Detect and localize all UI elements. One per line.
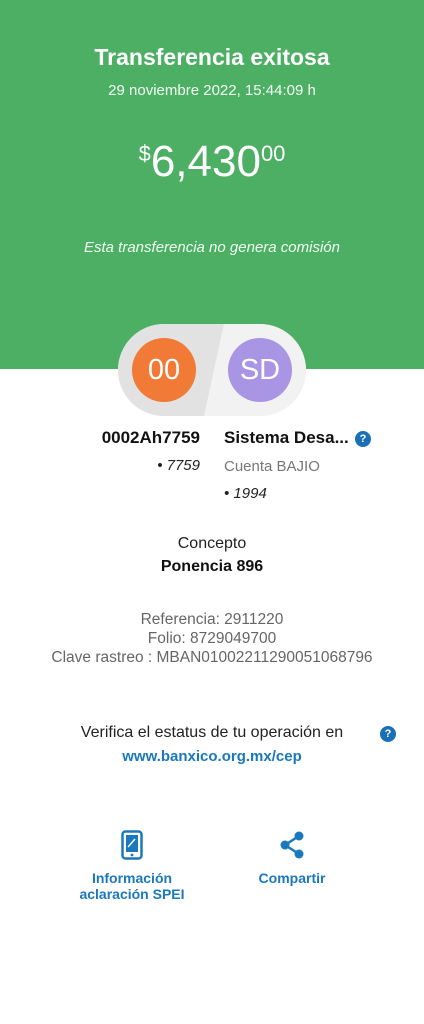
- spei-info-label-2: aclaración SPEI: [79, 886, 185, 902]
- concept-value: Ponencia 896: [160, 558, 264, 575]
- share-label: Compartir: [258, 870, 326, 886]
- share-icon: [280, 831, 304, 859]
- currency-symbol: $: [138, 141, 151, 166]
- destination-avatar: SD: [228, 338, 292, 402]
- amount-cents: 00: [260, 141, 286, 166]
- reference-number: Referencia: 2911220: [140, 611, 284, 628]
- phone-icon: [121, 830, 143, 860]
- folio-number: Folio: 8729049700: [147, 630, 277, 647]
- origin-account-name: 0002Ah7759: [101, 428, 200, 447]
- question-icon[interactable]: ?: [380, 726, 396, 742]
- spei-info-button[interactable]: Información aclaración SPEI: [72, 830, 192, 902]
- tracking-key: Clave rastreo : MBAN01002211290051068796: [51, 649, 373, 666]
- verify-text: Verifica el estatus de tu operación en: [80, 724, 344, 741]
- banxico-link[interactable]: www.banxico.org.mx/cep: [0, 748, 424, 765]
- share-button[interactable]: Compartir: [232, 830, 352, 886]
- fee-note: Esta transferencia no genera comisión: [84, 239, 340, 256]
- transfer-datetime: 29 noviembre 2022, 15:44:09 h: [108, 82, 316, 99]
- accounts-pill: 00 SD: [118, 324, 306, 416]
- amount-main: 6,430: [150, 137, 261, 186]
- transfer-amount: $6,43000: [0, 138, 424, 186]
- page-title: Transferencia exitosa: [94, 44, 330, 70]
- spei-info-label-1: Información: [91, 870, 173, 886]
- origin-avatar: 00: [132, 338, 196, 402]
- destination-last-digits: • 1994: [224, 485, 267, 502]
- destination-account-name: Sistema Desa...: [224, 428, 349, 447]
- destination-bank: Cuenta BAJIO: [224, 458, 320, 475]
- concept-label: Concepto: [177, 535, 247, 552]
- question-icon[interactable]: ?: [355, 431, 371, 447]
- origin-last-digits: • 7759: [157, 457, 200, 474]
